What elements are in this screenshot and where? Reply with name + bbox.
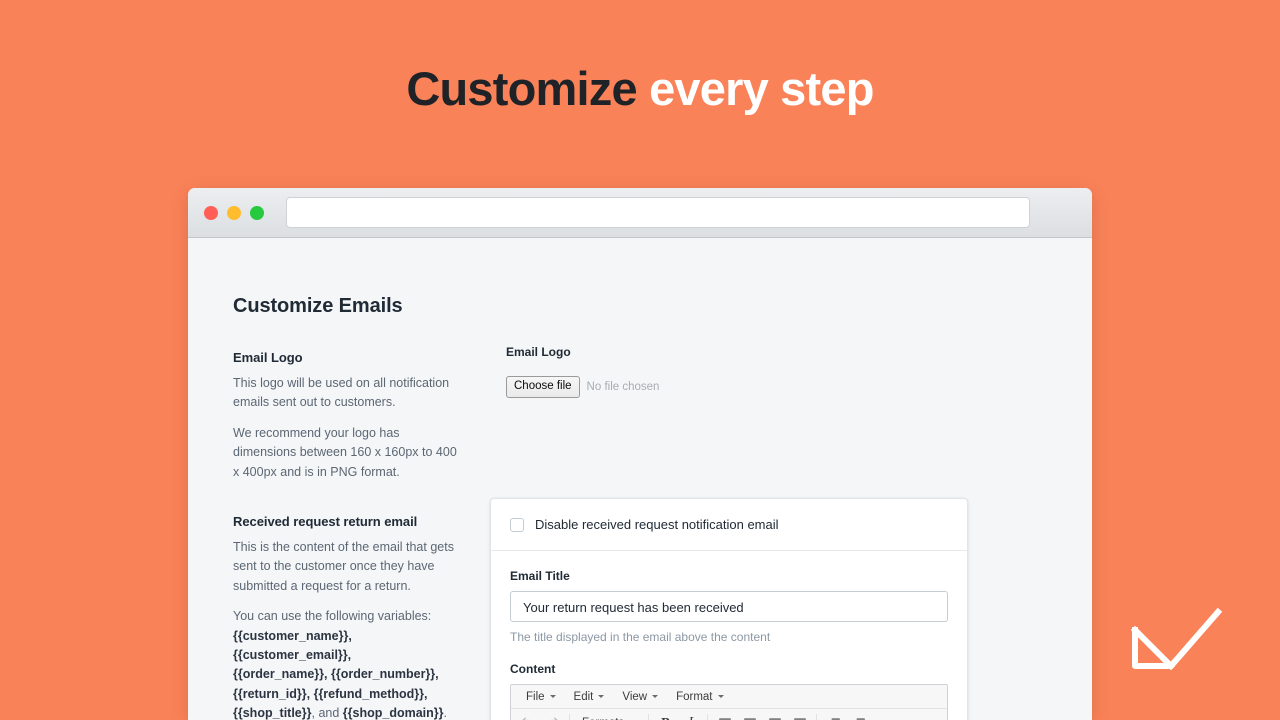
content-label: Content: [510, 662, 556, 676]
undo-icon[interactable]: [515, 711, 540, 720]
toolbar-separator: [707, 713, 709, 720]
align-center-icon[interactable]: [737, 711, 762, 720]
content-group: Content File Edit View Format: [491, 654, 967, 720]
browser-titlebar: [188, 188, 1092, 238]
url-bar[interactable]: [286, 197, 1030, 228]
align-justify-icon[interactable]: [787, 711, 812, 720]
received-request-paragraph-1: This is the content of the email that ge…: [233, 540, 454, 593]
hero-heading-part1: Customize: [406, 62, 637, 115]
toolbar-separator: [648, 713, 650, 720]
email-settings-card: Disable received request notification em…: [490, 498, 968, 720]
outdent-icon[interactable]: [821, 711, 846, 720]
chevron-down-icon: [598, 695, 605, 698]
toolbar-separator: [816, 713, 818, 720]
chevron-down-icon: [717, 695, 724, 698]
email-logo-paragraph-1: This logo will be used on all notificati…: [233, 376, 450, 410]
disable-notification-checkbox[interactable]: [510, 517, 524, 532]
align-left-icon[interactable]: [712, 711, 737, 720]
chevron-down-icon: [652, 695, 659, 698]
email-title-input[interactable]: Your return request has been received: [510, 591, 948, 622]
toolbar-separator: [569, 713, 570, 720]
minimize-window-button[interactable]: [227, 205, 241, 220]
window-controls: [204, 205, 264, 220]
checkmark-icon: [1129, 598, 1224, 680]
email-title-group: Email Title Your return request has been…: [491, 551, 967, 654]
redo-icon[interactable]: [540, 711, 565, 720]
rich-text-editor[interactable]: File Edit View Format: [510, 684, 948, 720]
app-page: Customize Emails Email Logo This logo wi…: [188, 238, 1092, 720]
formats-dropdown-label: Formats: [582, 717, 624, 720]
variables-line-2: {{order_name}}, {{order_number}},: [233, 667, 439, 682]
email-logo-description: Email Logo This logo will be used on all…: [233, 350, 465, 482]
page-title: Customize Emails: [233, 295, 403, 317]
editor-toolbar: Formats B I: [511, 709, 947, 720]
choose-file-button[interactable]: Choose file: [506, 376, 580, 398]
italic-icon[interactable]: I: [678, 711, 703, 720]
hero-heading-part2: every step: [649, 62, 874, 115]
disable-notification-row[interactable]: Disable received request notification em…: [491, 499, 967, 551]
editor-menu-file-label: File: [526, 690, 545, 703]
formats-dropdown[interactable]: Formats: [574, 711, 644, 720]
email-title-help-text: The title displayed in the email above t…: [510, 630, 771, 644]
hero-heading: Customize every step: [0, 62, 1280, 116]
editor-menubar: File Edit View Format: [511, 685, 947, 709]
editor-menu-format[interactable]: Format: [667, 685, 732, 708]
editor-menu-file[interactable]: File: [517, 685, 565, 708]
variables-line-4b: , and: [311, 706, 343, 720]
maximize-window-button[interactable]: [250, 205, 264, 220]
bold-icon[interactable]: B: [653, 711, 678, 720]
email-title-label: Email Title: [510, 569, 570, 583]
variables-line-3: {{return_id}}, {{refund_method}},: [233, 686, 428, 701]
variables-line-4a: {{shop_title}}: [233, 706, 312, 720]
file-input-row[interactable]: Choose file No file chosen: [506, 376, 986, 398]
editor-menu-edit-label: Edit: [573, 690, 594, 703]
file-status-text: No file chosen: [586, 380, 660, 393]
variables-intro: You can use the following variables:: [233, 609, 432, 624]
disable-notification-label: Disable received request notification em…: [535, 517, 779, 532]
close-window-button[interactable]: [204, 205, 218, 220]
editor-menu-view-label: View: [622, 690, 648, 703]
editor-menu-edit[interactable]: Edit: [565, 685, 614, 708]
received-request-variables: You can use the following variables: {{c…: [233, 607, 465, 720]
variables-line-4c: {{shop_domain}}: [342, 706, 444, 720]
email-logo-heading: Email Logo: [233, 350, 303, 365]
indent-icon[interactable]: [846, 711, 871, 720]
variables-line-1: {{customer_name}}, {{customer_email}},: [233, 628, 352, 662]
align-right-icon[interactable]: [762, 711, 787, 720]
variables-line-4d: .: [443, 706, 447, 720]
editor-menu-view[interactable]: View: [613, 685, 667, 708]
email-logo-upload-group: Email Logo Choose file No file chosen: [506, 345, 986, 398]
browser-window: Customize Emails Email Logo This logo wi…: [188, 188, 1092, 720]
editor-menu-format-label: Format: [676, 690, 713, 703]
received-request-description: Received request return email This is th…: [233, 514, 465, 720]
chevron-down-icon: [549, 695, 556, 698]
email-logo-field-label: Email Logo: [506, 345, 571, 359]
email-logo-paragraph-2: We recommend your logo has dimensions be…: [233, 425, 457, 479]
received-request-heading: Received request return email: [233, 514, 418, 529]
